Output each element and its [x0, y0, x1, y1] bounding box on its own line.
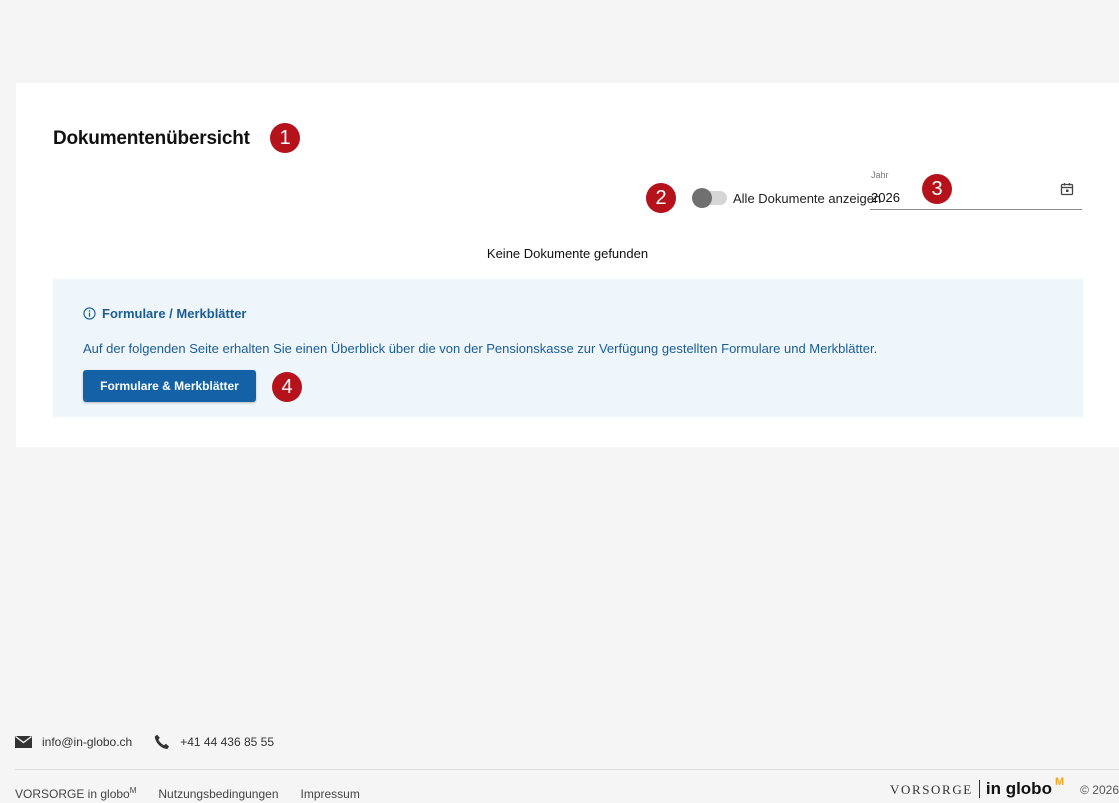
footer-link-vorsorge-text: VORSORGE in globo	[15, 787, 130, 801]
marker-4: 4	[272, 372, 302, 402]
footer-divider	[15, 769, 1119, 770]
marker-2: 2	[646, 183, 676, 213]
year-input[interactable]: Jahr 2026	[870, 167, 1082, 210]
info-text: Auf der folgenden Seite erhalten Sie ein…	[83, 341, 878, 356]
footer-link-vorsorge-sup: M	[129, 786, 137, 795]
info-heading-text: Formulare / Merkblätter	[102, 306, 247, 321]
brand-logo: VORSORGE in globo M	[889, 776, 1065, 799]
logo-separator	[978, 780, 980, 798]
email-text: info@in-globo.ch	[42, 735, 133, 749]
forms-button[interactable]: Formulare & Merkblätter	[83, 370, 256, 402]
envelope-icon	[15, 736, 32, 748]
footer-link-terms[interactable]: Nutzungsbedingungen	[158, 787, 278, 801]
footer-links: VORSORGE in globoM Nutzungsbedingungen I…	[15, 786, 382, 801]
toggle-switch[interactable]	[692, 188, 727, 208]
phone-link[interactable]: +41 44 436 85 55	[154, 734, 274, 750]
info-icon	[83, 307, 96, 320]
logo-part2: in globo	[985, 779, 1052, 798]
marker-3: 3	[922, 174, 952, 204]
info-heading: Formulare / Merkblätter	[83, 306, 247, 321]
year-value[interactable]: 2026	[871, 190, 900, 205]
phone-icon	[155, 734, 170, 749]
logo-sup: M	[1054, 776, 1065, 788]
show-all-documents-toggle[interactable]: Alle Dokumente anzeigen	[692, 188, 882, 208]
forms-info-box: Formulare / Merkblätter Auf der folgende…	[53, 279, 1083, 417]
empty-message: Keine Dokumente gefunden	[486, 246, 649, 261]
toggle-knob	[692, 188, 712, 208]
phone-text: +41 44 436 85 55	[180, 735, 274, 749]
footer-link-vorsorge[interactable]: VORSORGE in globoM	[15, 786, 136, 801]
footer-link-imprint[interactable]: Impressum	[301, 787, 360, 801]
year-caption: Jahr	[871, 170, 889, 180]
marker-1: 1	[270, 123, 300, 153]
toggle-label: Alle Dokumente anzeigen	[733, 190, 882, 206]
page-title: Dokumentenübersicht	[53, 128, 250, 149]
email-link[interactable]: info@in-globo.ch	[15, 735, 132, 749]
logo-part1: VORSORGE	[889, 782, 973, 797]
calendar-icon[interactable]	[1060, 182, 1074, 196]
footer-contacts: info@in-globo.ch +41 44 436 85 55	[15, 734, 296, 750]
document-overview-card: Dokumentenübersicht 1 2 Alle Dokumente a…	[16, 83, 1119, 447]
footer-right: VORSORGE in globo M © 2026	[889, 776, 1119, 799]
copyright: © 2026	[1080, 783, 1119, 797]
